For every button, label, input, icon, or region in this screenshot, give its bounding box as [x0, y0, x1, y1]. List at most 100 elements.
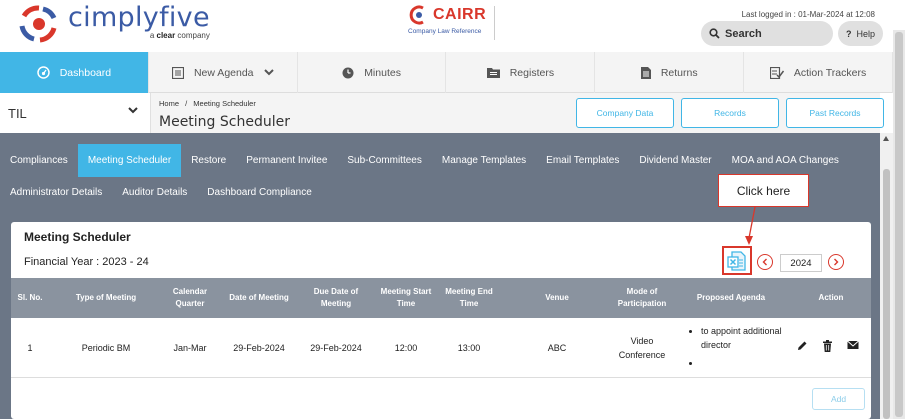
search-label: Search [725, 27, 762, 40]
nav-label: Returns [660, 66, 698, 79]
search-icon [709, 28, 720, 39]
submenu-administrator-details[interactable]: Administrator Details [0, 178, 112, 206]
cairr-subtitle: Company Law Reference [408, 28, 482, 35]
financial-year: Financial Year : 2023 - 24 [24, 256, 149, 268]
col-mode: Mode of Participation [617, 287, 667, 308]
col-end-time: Meeting End Time [445, 287, 493, 308]
agenda-item: to appoint additional director [701, 324, 791, 352]
cairr-mark-icon [409, 5, 424, 25]
cell-quarter: Jan-Mar [173, 343, 207, 353]
nav-minutes[interactable]: Minutes [298, 52, 447, 93]
nav-returns[interactable]: Returns [595, 52, 745, 93]
cell-sl-no: 1 [27, 343, 33, 353]
edit-icon[interactable] [796, 340, 808, 352]
last-logged-in: Last logged in : 01-Mar-2024 at 12:08 [741, 10, 875, 19]
chevron-down-icon [128, 107, 138, 114]
col-action: Action [818, 293, 844, 302]
submenu-permanent-invitee[interactable]: Permanent Invitee [236, 144, 337, 177]
header-divider [494, 6, 495, 40]
nav-label: Dashboard [59, 66, 112, 79]
company-data-button[interactable]: Company Data [576, 98, 674, 128]
submenu-manage-templates[interactable]: Manage Templates [432, 144, 536, 177]
submenu-row-2: Administrator Details Auditor Details Da… [0, 178, 322, 206]
previous-year-button[interactable] [757, 254, 773, 270]
chevron-down-icon [263, 69, 274, 76]
click-here-callout: Click here [718, 174, 809, 207]
submenu-sub-committees[interactable]: Sub-Committees [337, 144, 431, 177]
nav-label: Minutes [364, 66, 401, 79]
nav-new-agenda[interactable]: New Agenda [149, 52, 298, 93]
nav-dashboard[interactable]: Dashboard [0, 52, 149, 93]
row-actions [796, 340, 859, 352]
breadcrumb: Home / Meeting Scheduler [159, 99, 256, 108]
nav-label: New Agenda [193, 66, 254, 79]
cell-end-time: 13:00 [457, 343, 481, 353]
submenu-row-1: Compliances Meeting Scheduler Restore Pe… [0, 144, 849, 177]
scroll-up-arrow-icon[interactable] [883, 136, 889, 141]
nav-label: Registers [509, 66, 555, 79]
past-records-button[interactable]: Past Records [786, 98, 884, 128]
help-label: Help [856, 28, 875, 39]
brand-name: cimplyfive [68, 2, 210, 33]
page-title: Meeting Scheduler [159, 114, 290, 130]
document-icon [640, 66, 651, 79]
scroll-thumb[interactable] [883, 169, 890, 419]
cell-type: Periodic BM [81, 343, 131, 353]
col-due-date: Due Date of Meeting [313, 287, 359, 308]
chevron-left-icon [762, 258, 767, 266]
nav-label: Action Trackers [793, 66, 867, 79]
breadcrumb-home[interactable]: Home [159, 99, 179, 108]
search-button[interactable]: Search [701, 21, 833, 46]
records-button[interactable]: Records [681, 98, 779, 128]
page-scrollbar-thumb[interactable] [895, 32, 903, 417]
page-header: Home / Meeting Scheduler Meeting Schedul… [150, 93, 884, 133]
breadcrumb-current: Meeting Scheduler [193, 99, 256, 108]
col-start-time: Meeting Start Time [380, 287, 432, 308]
submenu-dividend-master[interactable]: Dividend Master [629, 144, 721, 177]
submenu-auditor-details[interactable]: Auditor Details [112, 178, 197, 206]
email-icon[interactable] [847, 340, 859, 350]
company-select[interactable]: TIL [0, 93, 150, 133]
table-header: Sl. No. Type of Meeting Calendar Quarter… [11, 278, 871, 318]
chevron-right-icon [834, 258, 839, 266]
panel-scrollbar[interactable] [880, 133, 893, 419]
excel-icon [727, 250, 746, 271]
app-root: cimplyfive a clear company CAIRR Company… [0, 0, 905, 419]
year-field[interactable]: 2024 [780, 254, 822, 272]
nav-action-trackers[interactable]: Action Trackers [744, 52, 893, 93]
nav-registers[interactable]: Registers [446, 52, 596, 93]
meeting-scheduler-card: Meeting Scheduler Financial Year : 2023 … [11, 222, 871, 419]
context-bar: TIL Home / Meeting Scheduler Meeting Sch… [0, 93, 884, 133]
export-excel-button[interactable] [722, 246, 752, 275]
submenu-compliances[interactable]: Compliances [0, 144, 78, 177]
add-button[interactable]: Add [812, 388, 865, 410]
brand-logo[interactable]: cimplyfive a clear company [16, 4, 210, 44]
cell-mode: Video Conference [618, 336, 666, 360]
folder-icon [486, 68, 500, 78]
submenu-meeting-scheduler[interactable]: Meeting Scheduler [77, 144, 182, 177]
submenu-dashboard-compliance[interactable]: Dashboard Compliance [197, 178, 322, 206]
dashboard-icon [36, 66, 50, 79]
list-icon [171, 66, 184, 79]
cell-agenda: to appoint additional director [691, 324, 791, 370]
submenu-restore[interactable]: Restore [181, 144, 236, 177]
company-name: TIL [8, 105, 27, 121]
next-year-button[interactable] [828, 254, 844, 270]
agenda-item [701, 356, 791, 370]
main-nav: Dashboard New Agenda Minutes Registers R… [0, 52, 893, 93]
card-title: Meeting Scheduler [24, 230, 131, 244]
top-header: cimplyfive a clear company CAIRR Company… [0, 0, 905, 52]
help-button[interactable]: ? Help [838, 21, 883, 46]
cimplyfive-logo-icon [19, 5, 57, 43]
cell-due-date: 29-Feb-2024 [310, 343, 362, 353]
submenu-moa-aoa-changes[interactable]: MOA and AOA Changes [722, 144, 849, 177]
cairr-logo[interactable]: CAIRR Company Law Reference [408, 5, 498, 35]
delete-icon[interactable] [822, 340, 833, 352]
col-calendar-quarter: Calendar Quarter [172, 287, 208, 308]
checklist-icon [769, 66, 784, 79]
col-proposed-agenda: Proposed Agenda [696, 293, 766, 302]
col-date-of-meeting: Date of Meeting [229, 293, 289, 302]
col-venue: Venue [545, 293, 569, 302]
submenu-email-templates[interactable]: Email Templates [536, 144, 629, 177]
cell-start-time: 12:00 [394, 343, 418, 353]
